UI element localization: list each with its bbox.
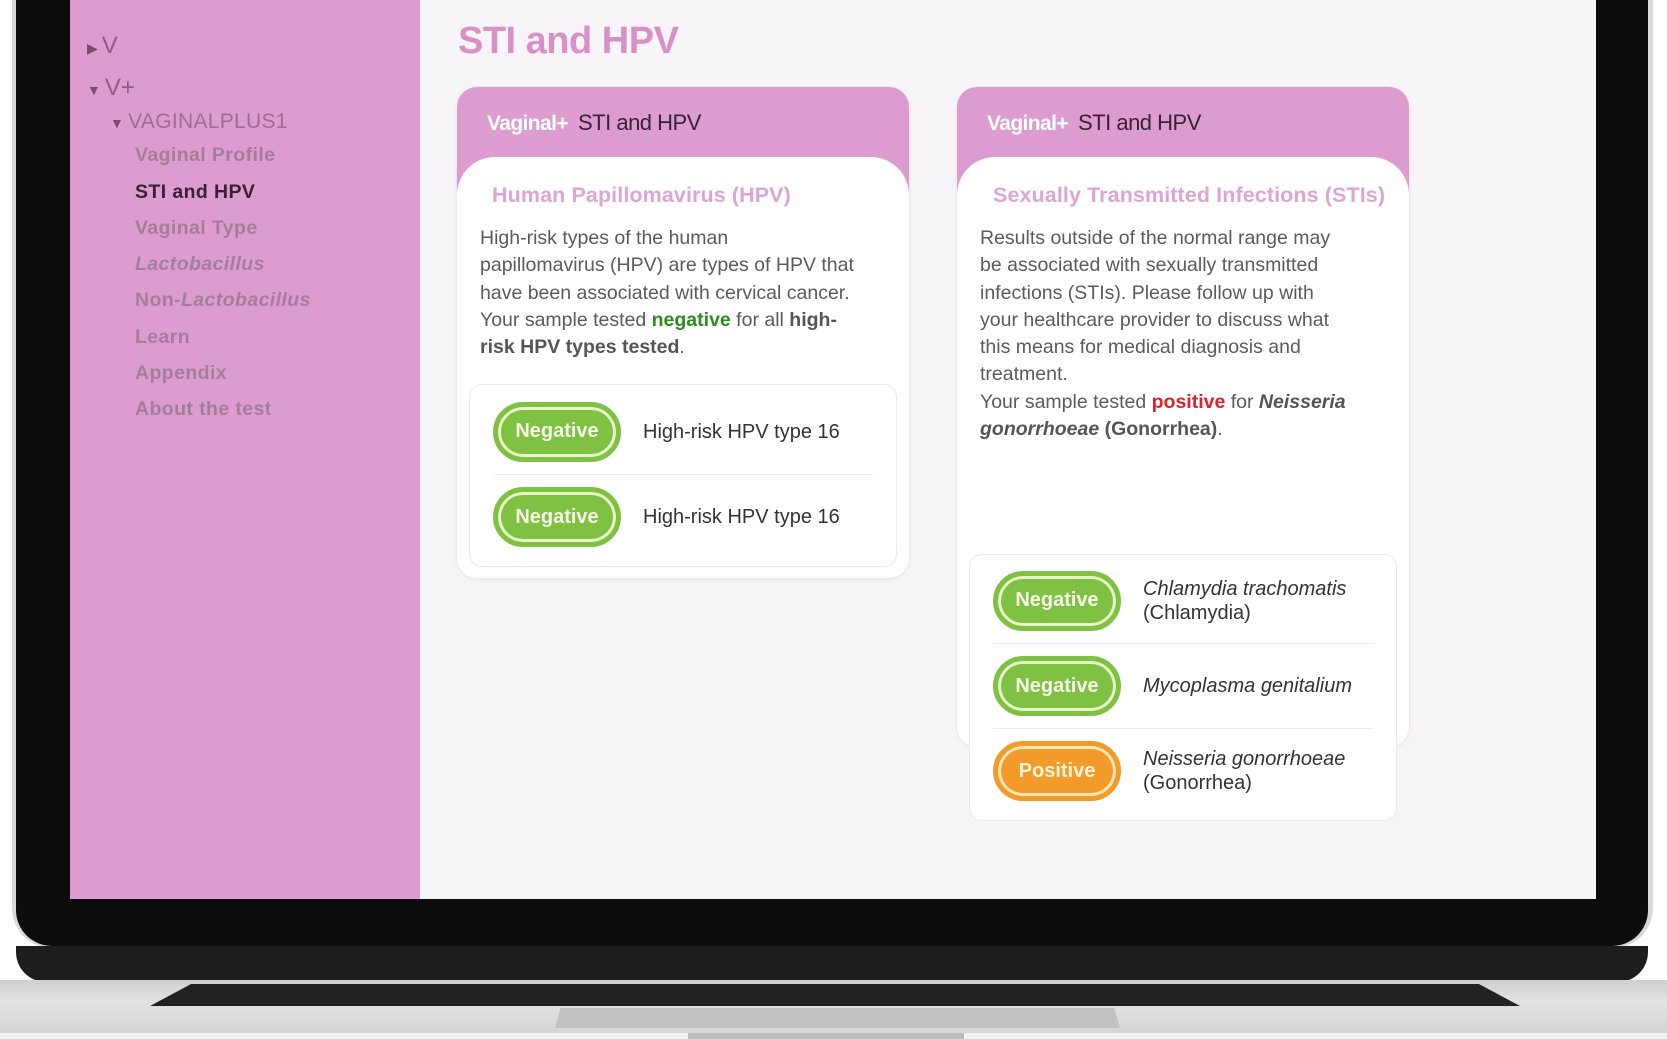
sti-results-list: Negative Chlamydia trachomatis (Chlamydi… [970,555,1396,820]
card-header-title: STI and HPV [578,110,701,135]
card-header-text: Vaginal+ STI and HPV [487,110,701,136]
summary-line: Your sample tested positive for Neisseri… [980,389,1346,416]
common-name: (Chlamydia) [1143,601,1251,624]
positive-badge[interactable]: Positive [993,741,1121,801]
sidebar-item-vaginal-type[interactable]: Vaginal Type [135,217,258,240]
screen: ▶ V ▼ V+ ▼ VAGINALPLUS1 Vaginal Profile … [70,0,1596,899]
result-row: Negative High-risk HPV type 16 [493,474,873,559]
brand-logo: Vaginal+ [487,112,569,135]
desc-line: this means for medical diagnosis and [980,336,1301,359]
sidebar-item-label-italic: Lactobacillus [181,289,311,311]
hpv-description: High-risk types of the human papillomavi… [480,225,854,361]
laptop-keyboard [150,984,1520,1006]
sti-card: Vaginal+ STI and HPV Sexually Transmitte… [957,87,1409,820]
result-label: High-risk HPV type 16 [643,420,840,443]
tree-node-label: VAGINALPLUS1 [128,110,288,133]
sidebar-item-lactobacillus[interactable]: Lactobacillus [135,253,265,276]
result-label: Chlamydia trachomatis (Chlamydia) [1143,577,1346,625]
desc-line: papillomavirus (HPV) are types of HPV th… [480,254,854,277]
caret-down-icon: ▼ [110,115,125,131]
desc-line: infections (STIs). Please follow up with [980,281,1314,304]
desc-line: High-risk types of the human [480,227,729,249]
desc-line: treatment. [980,363,1068,386]
sidebar-item-label-prefix: Non- [135,289,181,311]
negative-badge[interactable]: Negative [493,487,621,547]
summary-middle: for all [730,308,790,331]
summary-suffix: . [1217,418,1223,441]
brand-logo: Vaginal+ [987,112,1069,135]
laptop-trackpad [555,1008,1120,1028]
result-row: Negative Mycoplasma genitalium [993,643,1373,728]
result-label: Neisseria gonorrhoeae (Gonorrhea) [1143,747,1345,795]
summary-organism: Neisseria [1258,390,1346,413]
desc-line: be associated with sexually transmitted [980,254,1319,277]
sidebar-item-non-lactobacillus[interactable]: Non-Lactobacillus [135,289,311,312]
caret-down-icon: ▼ [87,82,101,98]
result-row: Negative Chlamydia trachomatis (Chlamydi… [993,558,1373,643]
summary-organism: gonorrhoeae [980,418,1100,441]
desc-line: have been associated with cervical cance… [480,281,850,304]
sidebar-item-sti-and-hpv[interactable]: STI and HPV [135,181,255,204]
summary-status: negative [651,308,731,331]
summary-status: positive [1151,390,1226,413]
negative-badge[interactable]: Negative [993,570,1121,631]
sidebar-item-vaginal-profile[interactable]: Vaginal Profile [135,144,275,167]
summary-bold: high- [789,308,837,331]
hpv-card: Vaginal+ STI and HPV Human Papillomaviru… [457,87,909,578]
sidebar: ▶ V ▼ V+ ▼ VAGINALPLUS1 Vaginal Profile … [70,0,420,899]
tree-node-vaginalplus1[interactable]: ▼ VAGINALPLUS1 [110,110,288,134]
card-header-title: STI and HPV [1078,110,1201,135]
card-body: Sexually Transmitted Infections (STIs) R… [957,157,1409,820]
result-row: Negative High-risk HPV type 16 [493,389,873,474]
summary-prefix: Your sample tested [980,390,1152,413]
summary-prefix: Your sample tested [480,308,652,331]
sti-description: Results outside of the normal range may … [980,225,1346,443]
summary-line: risk HPV types tested. [480,334,854,361]
result-label: High-risk HPV type 16 [643,506,840,528]
desc-line: Results outside of the normal range may [980,227,1331,249]
summary-suffix: . [679,336,685,359]
scientific-name: Chlamydia trachomatis [1143,577,1347,600]
summary-line: Your sample tested negative for all high… [480,307,854,334]
desc-line: your healthcare provider to discuss what [980,308,1330,331]
negative-badge[interactable]: Negative [493,401,621,462]
tree-node-label: V [101,32,118,59]
hpv-results-list: Negative High-risk HPV type 16 Negative … [470,385,896,566]
sidebar-item-label: Lactobacillus [135,253,265,275]
summary-line: gonorrhoeae (Gonorrhea). [980,416,1346,443]
summary-middle: for [1225,390,1259,413]
tree-node-v-plus[interactable]: ▼ V+ [87,74,135,102]
page-title: STI and HPV [458,20,679,62]
scientific-name: Mycoplasma genitalium [1143,675,1352,697]
caret-right-icon: ▶ [87,40,98,56]
summary-bold: risk HPV types tested [480,336,680,359]
card-header-text: Vaginal+ STI and HPV [987,110,1201,136]
sidebar-item-learn[interactable]: Learn [135,326,190,349]
laptop-chin [16,946,1648,982]
result-label: Mycoplasma genitalium [1143,674,1352,698]
tree-node-label: V+ [104,74,135,101]
scientific-name: Neisseria gonorrhoeae [1143,748,1346,770]
sidebar-item-appendix[interactable]: Appendix [135,362,227,385]
sidebar-item-about-the-test[interactable]: About the test [135,398,272,421]
tree-node-v[interactable]: ▶ V [87,32,118,60]
section-title: Human Papillomavirus (HPV) [492,183,791,207]
card-body: Human Papillomavirus (HPV) High-risk typ… [457,157,909,578]
result-row: Positive Neisseria gonorrhoeae (Gonorrhe… [993,728,1373,813]
common-name: (Gonorrhea) [1143,772,1252,794]
laptop-notch [688,1033,964,1039]
section-title: Sexually Transmitted Infections (STIs) [993,183,1386,207]
negative-badge[interactable]: Negative [993,656,1121,716]
summary-common-name: (Gonorrhea) [1099,418,1218,441]
